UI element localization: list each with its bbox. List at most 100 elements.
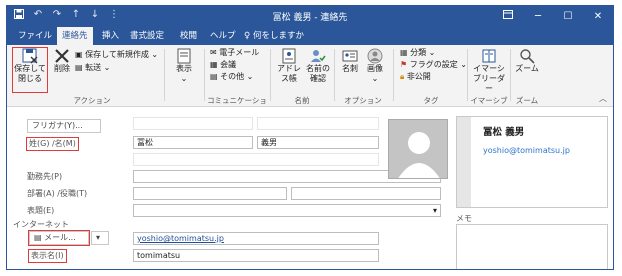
business-card-label: 名刺 (342, 64, 358, 73)
collapse-ribbon-icon[interactable]: ︿ (599, 93, 607, 104)
chevron-down-icon: ⌄ (180, 74, 188, 83)
file-as-label: 表題(E) (27, 206, 55, 215)
maximize-icon[interactable]: ☐ (553, 6, 583, 27)
full-name-label[interactable]: 姓(G) /名(M) (26, 137, 79, 151)
tab-help[interactable]: ヘルプ (205, 27, 241, 45)
address-book-button[interactable]: アドレス帳 (274, 48, 304, 92)
follow-up-label: フラグの設定 (409, 60, 458, 69)
more-button[interactable]: ▤ その他 ⌄ (210, 71, 253, 82)
forward-label: 転送 (85, 63, 102, 72)
check-names-icon (311, 50, 326, 62)
email-label: 電子メール (219, 48, 260, 57)
save-close-icon (22, 48, 38, 64)
flag-icon: ⚑ (400, 60, 408, 69)
forward-button[interactable]: ▤ 転送 ⌄ (75, 62, 110, 73)
email-field[interactable]: yoshio@tomimatsu.jp (133, 232, 379, 245)
person-picture-icon (367, 48, 383, 64)
categorize-label: 分類 (410, 48, 427, 57)
file-as-select[interactable]: ▾ (133, 204, 441, 217)
more-icon: ▤ (210, 72, 218, 81)
follow-up-button[interactable]: ⚑ フラグの設定 ⌄ (400, 59, 467, 70)
ribbon: 保存して 閉じる 削除 ▣ 保存して新規作成 ⌄ ▤ 転送 ⌄ アクション 表示… (7, 45, 613, 116)
display-as-field[interactable]: tomimatsu (133, 249, 379, 262)
ribbon-display-icon[interactable] (493, 6, 523, 27)
picture-button[interactable]: 画像 ⌄ (364, 48, 386, 92)
group-label-tags: タグ (423, 96, 439, 105)
category-icon: ▦ (400, 48, 408, 57)
private-button[interactable]: 🔒︎ 非公開 (400, 71, 431, 82)
email-icon: ▤ (34, 233, 42, 242)
immersive-reader-label-1: イマーシ (473, 64, 505, 73)
magnifier-icon (520, 49, 535, 64)
business-card-button[interactable]: 名刺 (339, 48, 361, 92)
meeting-label: 会議 (220, 60, 237, 69)
chevron-down-icon: ▾ (96, 233, 101, 242)
chevron-down-icon: ⌄ (460, 60, 467, 69)
delete-button[interactable]: 削除 (51, 48, 73, 92)
email-button[interactable]: ✉ 電子メール (210, 47, 259, 58)
tell-me-search[interactable]: ♀ 何をしますか (239, 27, 309, 45)
immersive-reader-button[interactable]: イマーシ ブリーダー (471, 48, 507, 93)
email-type-button[interactable]: ▤ メール... (28, 230, 90, 246)
business-card-preview[interactable]: 冨松 義男 yoshio@tomimatsu.jp (456, 116, 608, 208)
contact-photo[interactable] (388, 119, 448, 179)
close-icon[interactable]: ✕ (583, 6, 613, 27)
address-book-icon (282, 48, 296, 64)
card-stripe (457, 117, 471, 207)
save-close-label-2: 閉じる (18, 74, 42, 83)
card-name: 冨松 義男 (483, 127, 525, 138)
tab-review[interactable]: 校閲 (175, 27, 202, 45)
tab-contact[interactable]: 連絡先 (57, 27, 93, 45)
save-new-button[interactable]: ▣ 保存して新規作成 ⌄ (75, 49, 158, 60)
save-close-label-1: 保存して (14, 64, 46, 73)
group-label-actions: アクション (73, 96, 111, 105)
zoom-label: ズーム (515, 64, 539, 73)
tab-file[interactable]: ファイル (13, 27, 57, 45)
minimize-icon[interactable]: ─ (523, 6, 553, 27)
tab-insert[interactable]: 挿入 (97, 27, 124, 45)
chevron-down-icon: ▾ (432, 206, 437, 215)
check-names-label-2: 確認 (310, 74, 326, 83)
show-icon (177, 48, 191, 64)
email-type-label: メール... (44, 233, 76, 242)
delete-label: 削除 (54, 64, 70, 73)
memo-field[interactable] (456, 224, 608, 269)
save-new-icon: ▣ (75, 50, 83, 59)
email-icon: ✉ (210, 48, 217, 57)
last-name-reading-field[interactable] (133, 117, 253, 130)
department-field[interactable] (133, 187, 287, 200)
first-name-reading-field[interactable] (257, 117, 379, 130)
display-as-label[interactable]: 表示名(I) (28, 249, 67, 263)
group-separator (334, 49, 335, 101)
immersive-reader-label-2: ブリーダー (473, 74, 505, 93)
group-separator (510, 49, 511, 101)
internet-section-label: インターネット (13, 220, 69, 229)
furigana-button[interactable]: フリガナ(Y)... (27, 119, 101, 133)
chevron-down-icon: ⌄ (151, 50, 159, 59)
group-separator (393, 49, 394, 101)
company-reading-field[interactable] (133, 153, 379, 166)
group-separator (467, 49, 468, 101)
email-type-dropdown[interactable]: ▾ (91, 231, 109, 245)
save-close-button[interactable]: 保存して 閉じる (12, 47, 48, 93)
first-name-field[interactable]: 義男 (257, 136, 379, 149)
business-card-icon (342, 50, 358, 62)
company-label: 勤務先(P) (27, 172, 63, 181)
lightbulb-icon: ♀ (244, 31, 251, 41)
tab-format[interactable]: 書式設定 (125, 27, 169, 45)
group-separator (164, 49, 165, 101)
meeting-button[interactable]: ▦ 会議 (210, 59, 236, 70)
last-name-field[interactable]: 冨松 (133, 136, 253, 149)
zoom-button[interactable]: ズーム (514, 48, 540, 92)
categorize-button[interactable]: ▦ 分類 ⌄ (400, 47, 435, 58)
show-label: 表示 (176, 64, 192, 73)
chevron-down-icon: ⌄ (246, 72, 254, 81)
job-title-field[interactable] (291, 187, 441, 200)
private-label: 非公開 (406, 72, 431, 81)
show-button[interactable]: 表示 ⌄ (172, 48, 196, 92)
picture-label: 画像 (367, 64, 383, 73)
immersive-reader-icon (482, 49, 496, 63)
group-label-names: 名前 (294, 96, 310, 105)
chevron-down-icon: ⌄ (428, 48, 436, 57)
check-names-button[interactable]: 名前の 確認 (305, 48, 331, 92)
